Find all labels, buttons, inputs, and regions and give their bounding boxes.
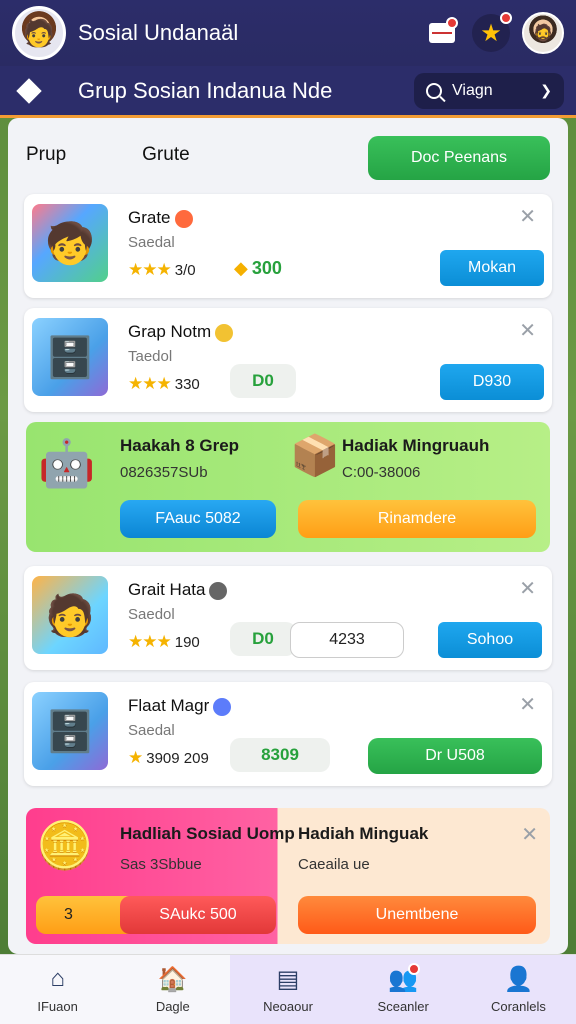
promo-subtitle: 0826357SUb [120,464,208,481]
group-thumbnail: 🗄️ [32,318,108,396]
box-icon: 📦 [290,434,340,478]
close-icon[interactable]: ✕ [519,204,536,229]
page-title: Grup Sosian Indanua Nde [78,77,333,103]
bottom-nav: ⌂ IFuaon 🏠 Dagle ▤ Neoaour 👥 Sceanler 👤 … [0,954,576,1024]
card-title: Grate [128,208,193,228]
person-icon: 👤 [503,965,534,993]
join-button[interactable]: D930 [440,364,544,400]
join-button[interactable]: Dr U508 [368,738,542,774]
nav-item-house[interactable]: 🏠 Dagle [115,955,230,1024]
promo-claim-button[interactable]: SAukc 500 [120,896,276,934]
coin-icon: 🪙 [36,819,94,871]
rating: ★★★ 3/0 [128,260,196,279]
promo-title: Hadiak Mingruauh [342,436,490,455]
house-icon: 🏠 [157,965,188,993]
group-thumbnail: 🧒 [32,204,108,282]
promo-subtitle: C:00-38006 [342,464,421,481]
view-dropdown[interactable]: Viagn ❯ [414,72,564,109]
rating: ★★★ 330 [128,374,200,393]
tab-prup[interactable]: Prup [26,144,66,166]
page-header: Grup Sosian Indanua Nde Viagn ❯ [0,66,576,118]
close-icon[interactable]: ✕ [519,576,536,601]
group-card[interactable]: 🗄️ Grap Notm Taedol ★★★ 330 D0 ✕ D930 [24,308,552,412]
join-button[interactable]: Mokan [440,250,544,286]
group-card[interactable]: 🗄️ Flaat Magr Saedal ★ 3909 209 8309 ✕ Dr… [24,682,552,786]
group-thumbnail: 🧑 [32,576,108,654]
primary-action-button[interactable]: Doc Peenans [368,136,550,180]
card-icon: ▤ [276,965,300,993]
card-title: Grait Hata [128,580,228,600]
back-icon[interactable] [16,77,42,104]
search-icon [426,82,442,99]
card-title: Grap Notm [128,322,234,342]
card-subtitle: Saedal [128,722,175,739]
promo-claim-button[interactable]: FAauc 5082 [120,500,276,538]
group-card[interactable]: 🧒 Grate Saedal ★★★ 3/0 ◆ 300 ✕ Mokan [24,194,552,298]
card-subtitle: Saedol [128,606,175,623]
card-title: Flaat Magr [128,696,232,716]
star-icon[interactable]: ★ [472,12,512,52]
nav-item-card[interactable]: ▤ Neoaour [230,955,346,1024]
close-icon[interactable]: ✕ [519,692,536,717]
nav-item-people[interactable]: 👥 Sceanler [345,955,461,1024]
price: ◆ 300 [234,258,282,278]
price-pill: 8309 [230,738,330,772]
nav-label: IFuaon [37,999,78,1014]
price-pill: D0 [230,622,296,656]
promo-subtitle: Sas 3Sbbue [120,856,202,873]
main-panel: Prup Grute Doc Peenans 🧒 Grate Saedal ★★… [8,118,568,954]
promo-title: Haakah 8 Grep [120,436,240,455]
close-icon[interactable]: ✕ [521,822,538,847]
group-thumbnail: 🗄️ [32,692,108,770]
app-title: Sosial Undanaäl [78,20,239,45]
tab-grute[interactable]: Grute [142,144,190,166]
avatar[interactable]: 🧑 [12,6,66,60]
home-icon: ⌂ [50,965,65,992]
nav-label: Neoaour [263,999,313,1014]
chevron-down-icon: ❯ [540,82,552,98]
mail-icon[interactable] [424,15,460,51]
price-pill: D0 [230,364,296,398]
promo-banner: 🪙 Hadliah Sosiad Uomp Sas 3Sbbue 3 SAukc… [26,808,550,944]
card-subtitle: Taedol [128,348,173,365]
profile-icon[interactable]: 🧔 [522,12,564,54]
nav-item-person[interactable]: 👤 Coranlels [460,955,576,1024]
notification-dot [446,17,458,29]
join-button[interactable]: Sohoo [438,622,542,658]
star-icon: ★ [128,748,143,767]
star-icon: ★★★ [128,260,172,279]
promo-redeem-button[interactable]: Rinamdere [298,500,536,538]
close-icon[interactable]: ✕ [519,318,536,343]
notification-dot [408,963,421,975]
promo-title: Hadiah Minguak [298,824,429,843]
card-subtitle: Saedal [128,234,175,251]
gem-icon: ◆ [234,258,248,278]
star-icon: ★★★ [128,374,172,393]
people-icon: 👥 [388,963,421,993]
group-card[interactable]: 🧑 Grait Hata Saedol ★★★ 190 D0 4233 ✕ Soh… [24,566,552,670]
rating: ★★★ 190 [128,632,200,651]
amount-input[interactable]: 4233 [290,622,404,658]
promo-subtitle: Caeaila ue [298,856,370,873]
nav-label: Sceanler [377,999,429,1014]
view-label: Viagn [452,81,493,99]
promo-title: Hadliah Sosiad Uomp [120,824,295,843]
robot-icon: 🤖 [38,437,96,489]
star-icon: ★★★ [128,632,172,651]
promo-banner: 🤖 Haakah 8 Grep 0826357SUb FAauc 5082 📦 … [26,422,550,552]
nav-label: Coranlels [490,999,546,1014]
promo-redeem-button[interactable]: Unemtbene [298,896,536,934]
top-status-bar: 🧑 Sosial Undanaäl ★ 🧔 [0,0,576,66]
rating: ★ 3909 209 [128,748,209,767]
nav-label: Dagle [155,999,190,1014]
nav-item-home[interactable]: ⌂ IFuaon [0,955,115,1024]
